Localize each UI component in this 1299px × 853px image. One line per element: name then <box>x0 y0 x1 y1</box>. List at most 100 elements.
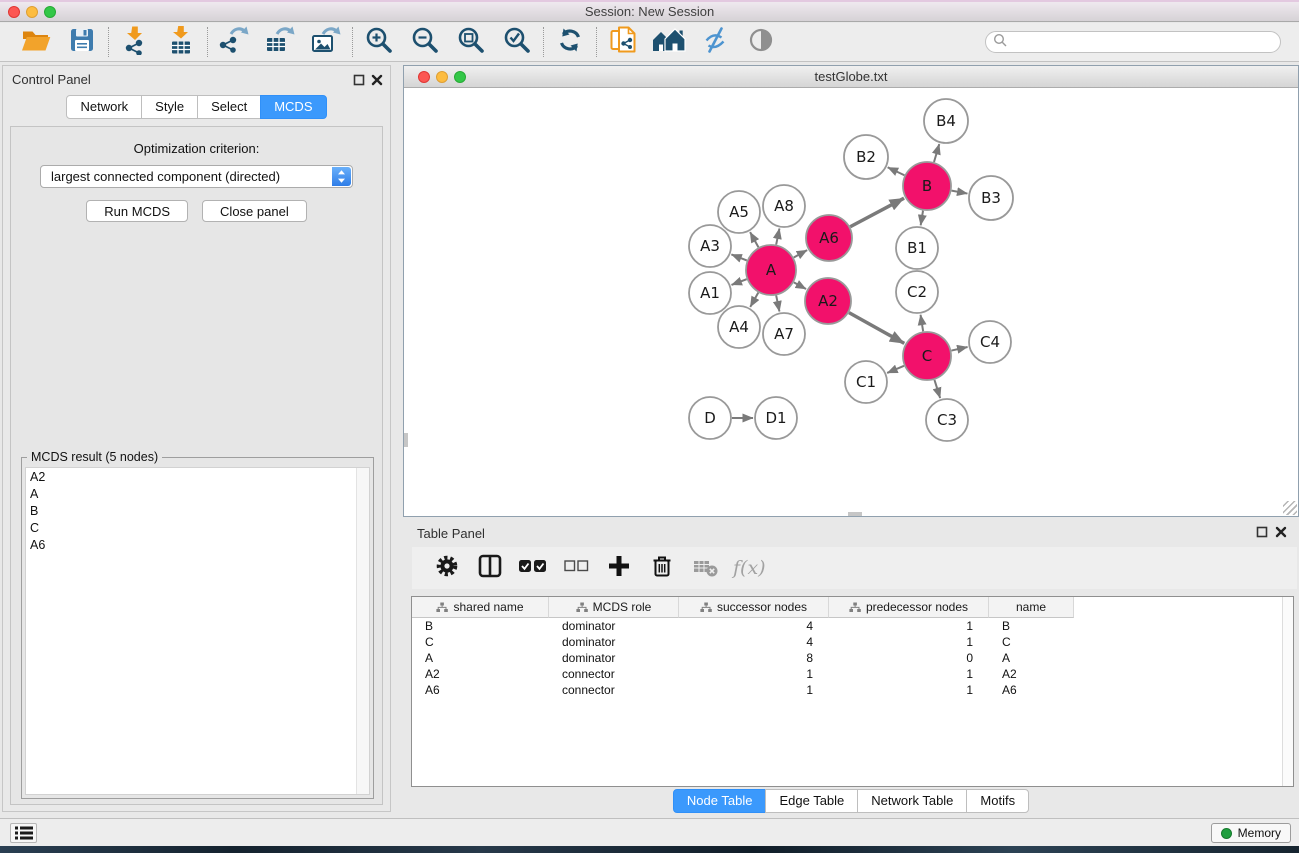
graph-node-A2[interactable]: A2 <box>805 278 851 324</box>
task-history-button[interactable] <box>10 823 37 843</box>
split-view-button[interactable] <box>475 553 505 583</box>
table-close-panel-button[interactable] <box>1274 525 1288 539</box>
network-close-traffic-light[interactable] <box>418 71 430 83</box>
graph-node-C[interactable]: C <box>903 332 951 380</box>
table-row-a[interactable]: Adominator80A <box>412 650 1293 666</box>
graph-node-A[interactable]: A <box>746 245 796 295</box>
mcds-list-scrollbar[interactable] <box>356 468 369 794</box>
graph-node-A8[interactable]: A8 <box>763 185 805 227</box>
houses-button[interactable] <box>652 25 686 59</box>
refresh-button[interactable] <box>553 25 587 59</box>
close-traffic-light[interactable] <box>8 6 20 18</box>
canvas-vertical-scroll-thumb[interactable] <box>404 433 408 447</box>
graph-edge-A-A4[interactable] <box>750 293 758 307</box>
table-vertical-scrollbar[interactable] <box>1282 597 1293 786</box>
import-table-button[interactable] <box>164 25 198 59</box>
graph-edge-C-C4[interactable] <box>951 347 967 351</box>
mcds-result-item[interactable]: B <box>26 502 369 519</box>
table-settings-gear-button[interactable] <box>432 553 462 583</box>
close-panel-button-inner[interactable]: Close panel <box>202 200 307 222</box>
graph-node-B4[interactable]: B4 <box>924 99 968 143</box>
add-column-button[interactable] <box>604 553 634 583</box>
table-row-c[interactable]: Cdominator41C <box>412 634 1293 650</box>
graph-edge-C-C2[interactable] <box>921 315 924 332</box>
tab-select[interactable]: Select <box>197 95 261 119</box>
eye-hidden-button[interactable] <box>698 25 732 59</box>
graph-edge-B-B3[interactable] <box>952 191 968 194</box>
graph-edge-A-A8[interactable] <box>776 229 779 245</box>
column-header-name[interactable]: name <box>989 597 1074 618</box>
minimize-traffic-light[interactable] <box>26 6 38 18</box>
zoom-traffic-light[interactable] <box>44 6 56 18</box>
graph-edge-A6-B[interactable] <box>850 198 904 227</box>
search-input[interactable] <box>1011 35 1273 49</box>
tab-mcds[interactable]: MCDS <box>260 95 326 119</box>
table-row-a2[interactable]: A2connector11A2 <box>412 666 1293 682</box>
graph-node-C3[interactable]: C3 <box>926 399 968 441</box>
table-tab-network-table[interactable]: Network Table <box>857 789 967 813</box>
graph-edge-A2-C[interactable] <box>849 313 904 344</box>
graph-edge-B-B2[interactable] <box>888 167 905 175</box>
delete-column-trash-button[interactable] <box>647 553 677 583</box>
graph-edge-B-B4[interactable] <box>934 144 939 162</box>
table-tab-edge-table[interactable]: Edge Table <box>765 789 858 813</box>
criterion-select[interactable]: largest connected component (directed) <box>40 165 353 188</box>
column-header-successor-nodes[interactable]: successor nodes <box>679 597 829 618</box>
graph-node-C2[interactable]: C2 <box>896 271 938 313</box>
graph-node-B2[interactable]: B2 <box>844 135 888 179</box>
graph-edge-C-C1[interactable] <box>887 366 904 373</box>
tab-style[interactable]: Style <box>141 95 198 119</box>
open-file-button[interactable] <box>19 25 53 59</box>
graph-edge-A-A3[interactable] <box>731 254 746 260</box>
table-float-panel-button[interactable] <box>1255 525 1269 539</box>
zoom-out-button[interactable] <box>408 25 442 59</box>
clone-network-button[interactable] <box>606 25 640 59</box>
mcds-result-item[interactable]: A6 <box>26 536 369 553</box>
table-row-a6[interactable]: A6connector11A6 <box>412 682 1293 698</box>
mcds-result-item[interactable]: A <box>26 485 369 502</box>
column-header-mcds-role[interactable]: MCDS role <box>549 597 679 618</box>
memory-button[interactable]: Memory <box>1211 823 1291 843</box>
graph-node-D1[interactable]: D1 <box>755 397 797 439</box>
graph-edge-B-B1[interactable] <box>921 211 923 226</box>
graph-node-C1[interactable]: C1 <box>845 361 887 403</box>
table-row-b[interactable]: Bdominator41B <box>412 618 1293 634</box>
graph-edge-A-A2[interactable] <box>794 282 806 289</box>
mcds-result-item[interactable]: A2 <box>26 468 369 485</box>
graph-edge-A-A1[interactable] <box>732 279 747 285</box>
export-image-button[interactable] <box>309 25 343 59</box>
graph-node-B3[interactable]: B3 <box>969 176 1013 220</box>
graph-node-A3[interactable]: A3 <box>689 225 731 267</box>
column-header-predecessor-nodes[interactable]: predecessor nodes <box>829 597 989 618</box>
float-panel-button[interactable] <box>352 73 366 87</box>
graph-node-A7[interactable]: A7 <box>763 313 805 355</box>
graph-edge-A-A5[interactable] <box>750 232 758 247</box>
export-network-button[interactable] <box>217 25 251 59</box>
import-network-button[interactable] <box>118 25 152 59</box>
graph-node-A6[interactable]: A6 <box>806 215 852 261</box>
zoom-fit-button[interactable] <box>454 25 488 59</box>
network-canvas[interactable]: B4B2BB3A5A8A6A3B1AA1C2A2A4A7CC4C1C3DD1 <box>404 89 1298 516</box>
column-header-shared-name[interactable]: shared name <box>412 597 549 618</box>
table-tab-node-table[interactable]: Node Table <box>673 789 767 813</box>
graph-node-B1[interactable]: B1 <box>896 227 938 269</box>
export-table-button[interactable] <box>263 25 297 59</box>
close-panel-button[interactable] <box>370 73 384 87</box>
table-tab-motifs[interactable]: Motifs <box>966 789 1029 813</box>
window-resize-grip[interactable] <box>1283 501 1297 515</box>
graph-edge-A-A7[interactable] <box>776 295 779 311</box>
tab-network[interactable]: Network <box>66 95 142 119</box>
network-zoom-traffic-light[interactable] <box>454 71 466 83</box>
graph-node-A1[interactable]: A1 <box>689 272 731 314</box>
graph-node-C4[interactable]: C4 <box>969 321 1011 363</box>
run-mcds-button[interactable]: Run MCDS <box>86 200 188 222</box>
eye-button[interactable] <box>744 25 778 59</box>
graph-edge-A-A6[interactable] <box>794 250 807 257</box>
save-session-button[interactable] <box>65 25 99 59</box>
graph-node-A4[interactable]: A4 <box>718 306 760 348</box>
graph-node-D[interactable]: D <box>689 397 731 439</box>
graph-node-A5[interactable]: A5 <box>718 191 760 233</box>
zoom-selected-button[interactable] <box>500 25 534 59</box>
mcds-result-item[interactable]: C <box>26 519 369 536</box>
graph-edge-C-C3[interactable] <box>934 380 940 398</box>
